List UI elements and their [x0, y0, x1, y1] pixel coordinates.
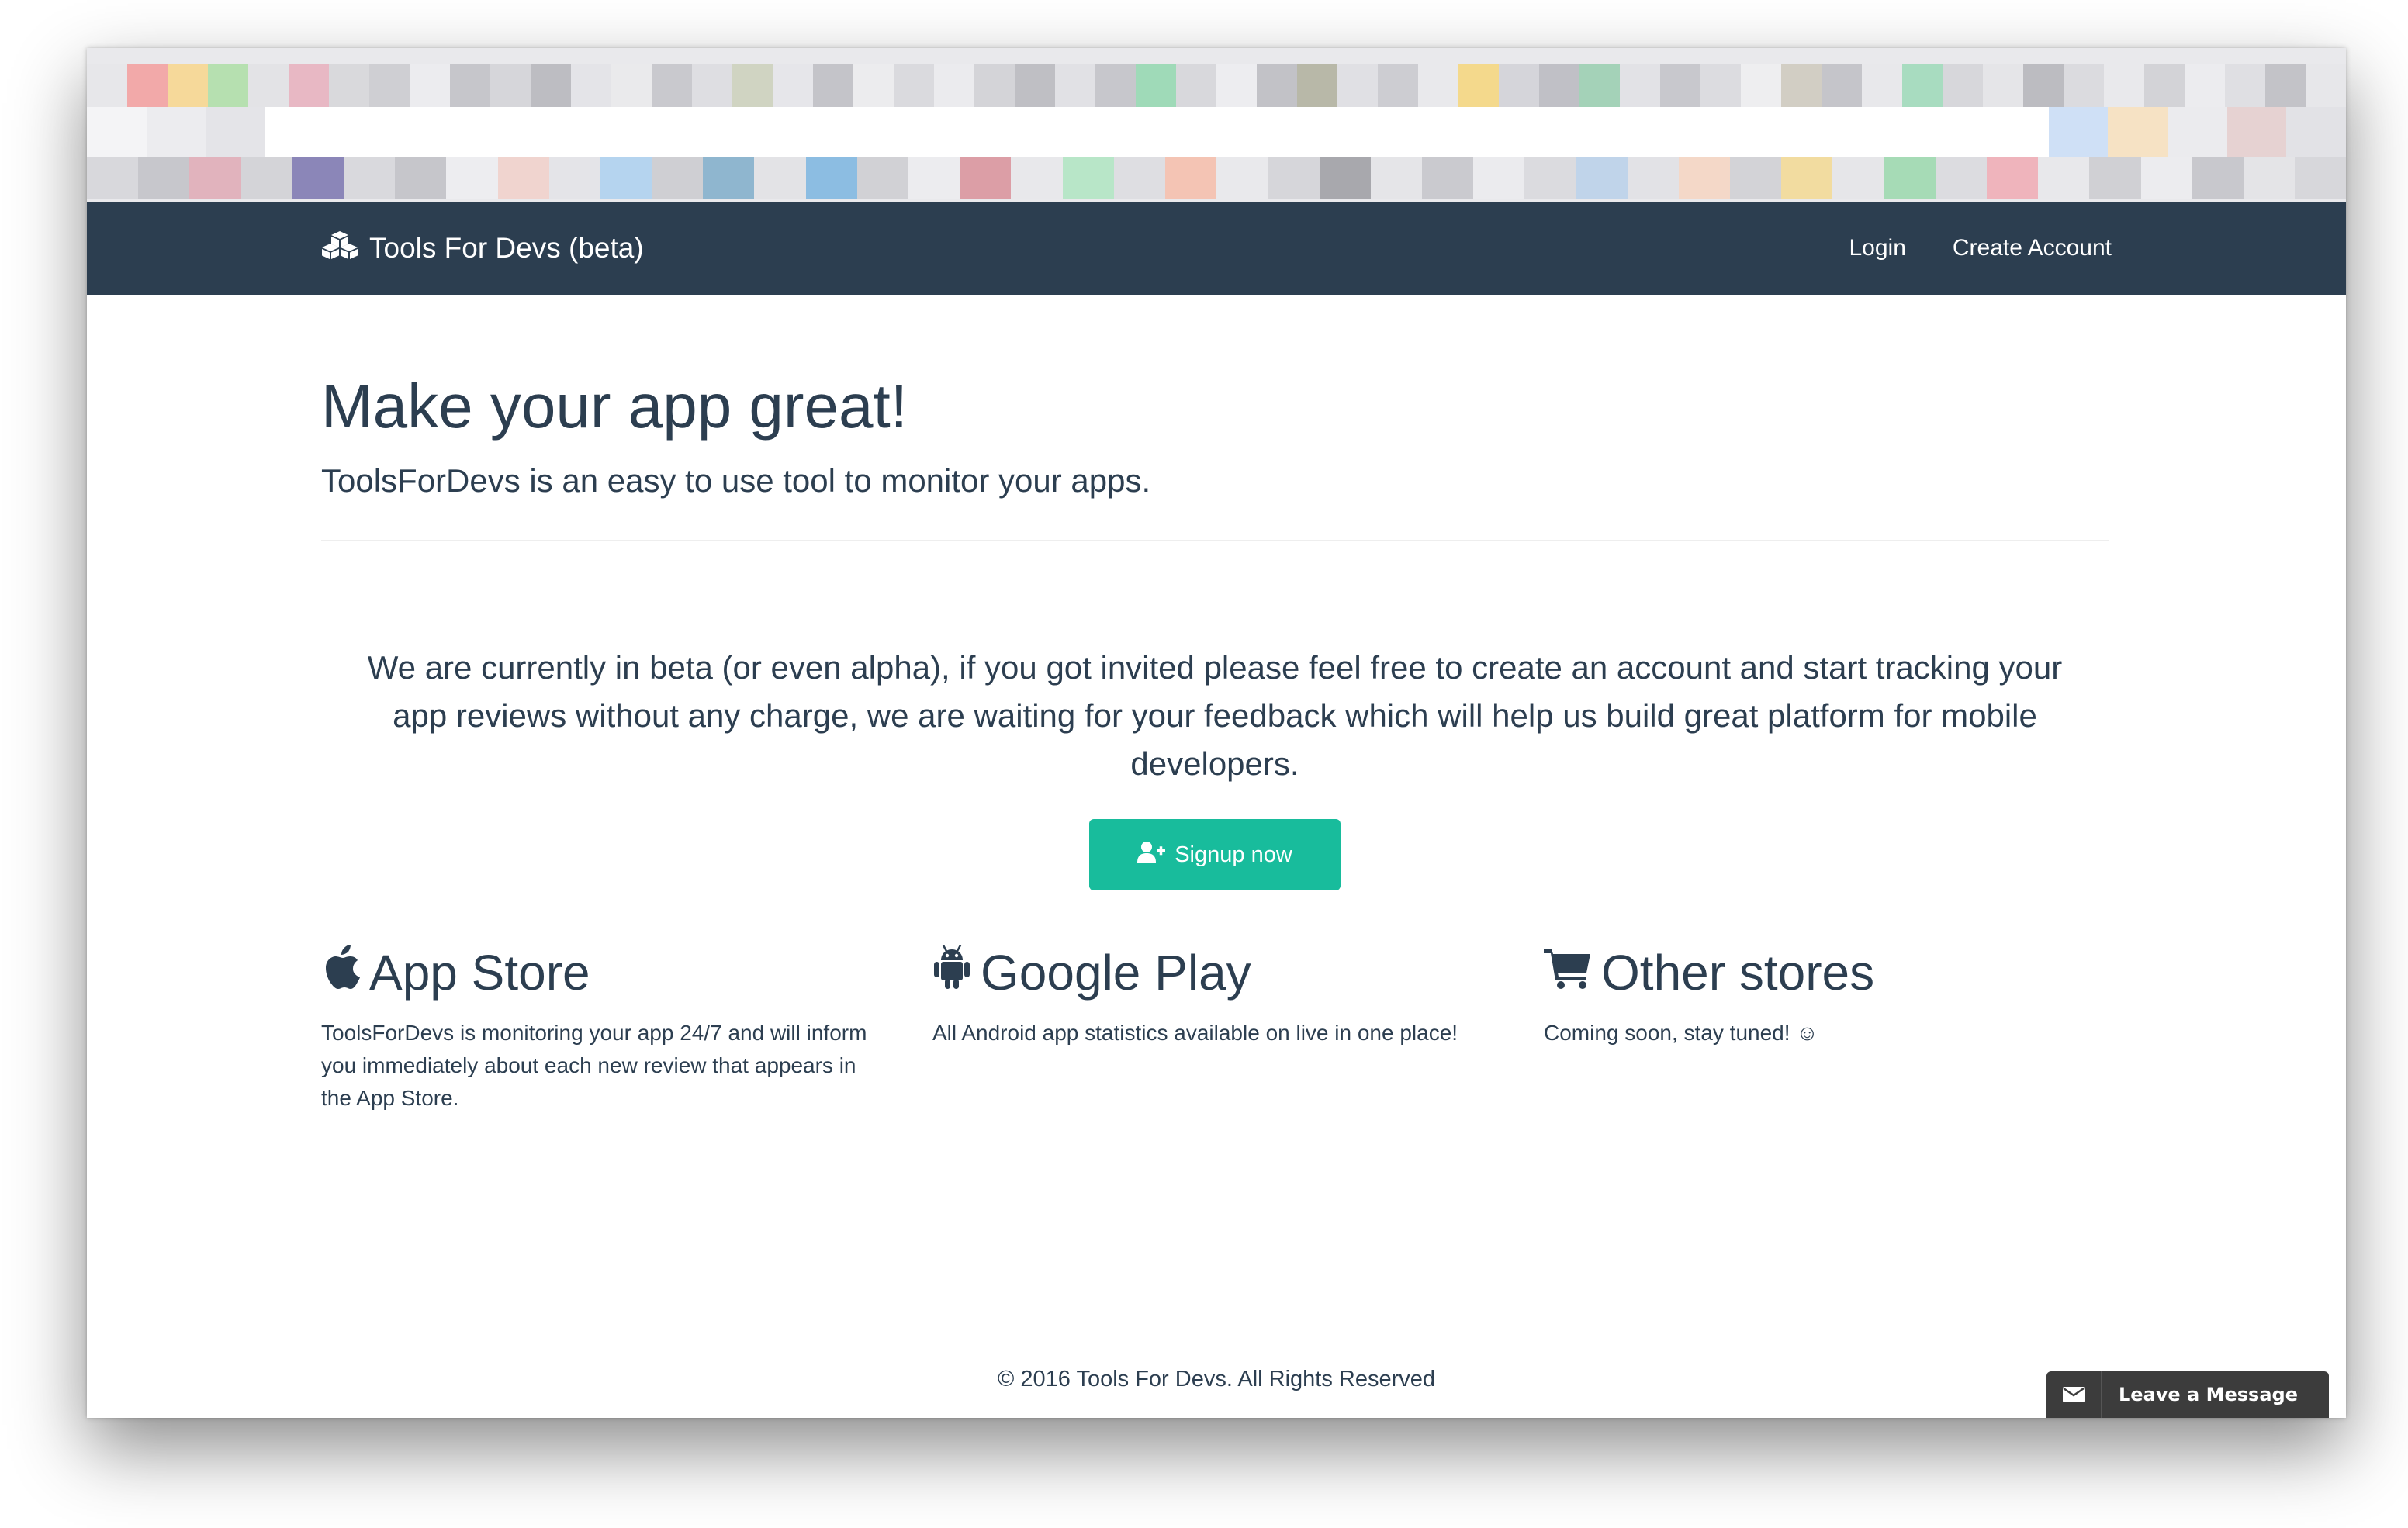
signup-label: Signup now	[1175, 842, 1292, 867]
feature-title-text: App Store	[369, 945, 590, 1001]
login-link[interactable]: Login	[1849, 235, 1905, 261]
beta-notice: We are currently in beta (or even alpha)…	[367, 649, 2063, 782]
android-icon	[932, 943, 971, 1003]
cart-icon	[1544, 943, 1592, 1003]
feature-title: Other stores	[1544, 943, 2110, 1003]
pixelated-tab-strip	[87, 64, 2346, 107]
leave-message-label: Leave a Message	[2119, 1384, 2298, 1405]
feature-app-store: App Store ToolsForDevs is monitoring you…	[321, 943, 887, 1115]
brand-name: Tools For Devs (beta)	[369, 232, 644, 264]
envelope-icon	[2046, 1371, 2102, 1418]
page-subtitle: ToolsForDevs is an easy to use tool to m…	[321, 462, 1151, 499]
feature-description: Coming soon, stay tuned! ☺	[1544, 1020, 1818, 1045]
brand-link[interactable]: Tools For Devs (beta)	[321, 228, 644, 268]
user-plus-icon	[1137, 841, 1166, 869]
feature-title-text: Google Play	[981, 945, 1251, 1001]
feature-other-stores: Other stores Coming soon, stay tuned! ☺	[1544, 943, 2110, 1049]
pixelated-address-bar	[87, 107, 2346, 157]
feature-title: App Store	[321, 943, 887, 1003]
browser-chrome-pixelated	[87, 48, 2346, 202]
feature-title-text: Other stores	[1601, 945, 1875, 1001]
cubes-icon	[321, 230, 358, 267]
navbar: Tools For Devs (beta) Login Create Accou…	[87, 202, 2346, 295]
feature-google-play: Google Play All Android app statistics a…	[932, 943, 1499, 1049]
leave-message-widget[interactable]: Leave a Message	[2046, 1371, 2329, 1418]
page-title: Make your app great!	[321, 372, 908, 441]
feature-description: ToolsForDevs is monitoring your app 24/7…	[321, 1020, 867, 1110]
pixelated-bookmarks-bar	[87, 157, 2346, 199]
create-account-link[interactable]: Create Account	[1953, 235, 2112, 261]
feature-description: All Android app statistics available on …	[932, 1020, 1458, 1045]
apple-icon	[321, 943, 360, 1003]
browser-window: Tools For Devs (beta) Login Create Accou…	[87, 48, 2346, 1418]
footer-copyright: © 2016 Tools For Devs. All Rights Reserv…	[997, 1367, 1436, 1391]
navbar-links: Login Create Account	[1849, 228, 2112, 268]
feature-title: Google Play	[932, 943, 1499, 1003]
signup-button[interactable]: Signup now	[1089, 819, 1341, 890]
divider	[321, 540, 2109, 541]
